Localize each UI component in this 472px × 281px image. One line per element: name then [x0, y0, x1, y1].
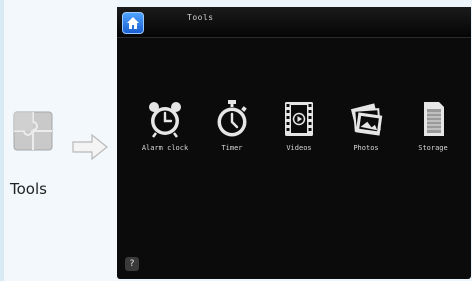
stopwatch-icon	[217, 100, 247, 137]
screen-title: Tools	[187, 13, 214, 22]
tool-label: Timer	[221, 144, 243, 152]
tools-caption: Tools	[10, 180, 47, 198]
video-film-icon	[285, 102, 313, 136]
storage-icon	[424, 102, 444, 136]
tool-label: Alarm clock	[141, 144, 189, 152]
home-button[interactable]	[122, 12, 144, 34]
help-button[interactable]: ?	[125, 257, 139, 271]
tool-alarm-clock[interactable]: Alarm clock	[133, 100, 197, 170]
tool-storage[interactable]: Storage	[401, 100, 465, 170]
device-screen: Tools Alarm clock Timer Videos Photos St…	[117, 7, 471, 279]
panel-edge	[0, 0, 4, 281]
tool-label: Photos	[353, 144, 379, 152]
tool-timer[interactable]: Timer	[200, 100, 264, 170]
puzzle-icon	[13, 111, 53, 151]
tool-label: Videos	[286, 144, 312, 152]
alarm-clock-icon	[149, 102, 181, 138]
title-bar: Tools	[117, 7, 471, 38]
arrow-right-icon	[72, 134, 108, 160]
tool-videos[interactable]: Videos	[267, 100, 331, 170]
explainer-panel: Tools	[0, 0, 117, 281]
home-icon	[127, 17, 139, 29]
tool-photos[interactable]: Photos	[334, 100, 398, 170]
tool-label: Storage	[418, 144, 448, 152]
photos-icon	[350, 103, 383, 136]
